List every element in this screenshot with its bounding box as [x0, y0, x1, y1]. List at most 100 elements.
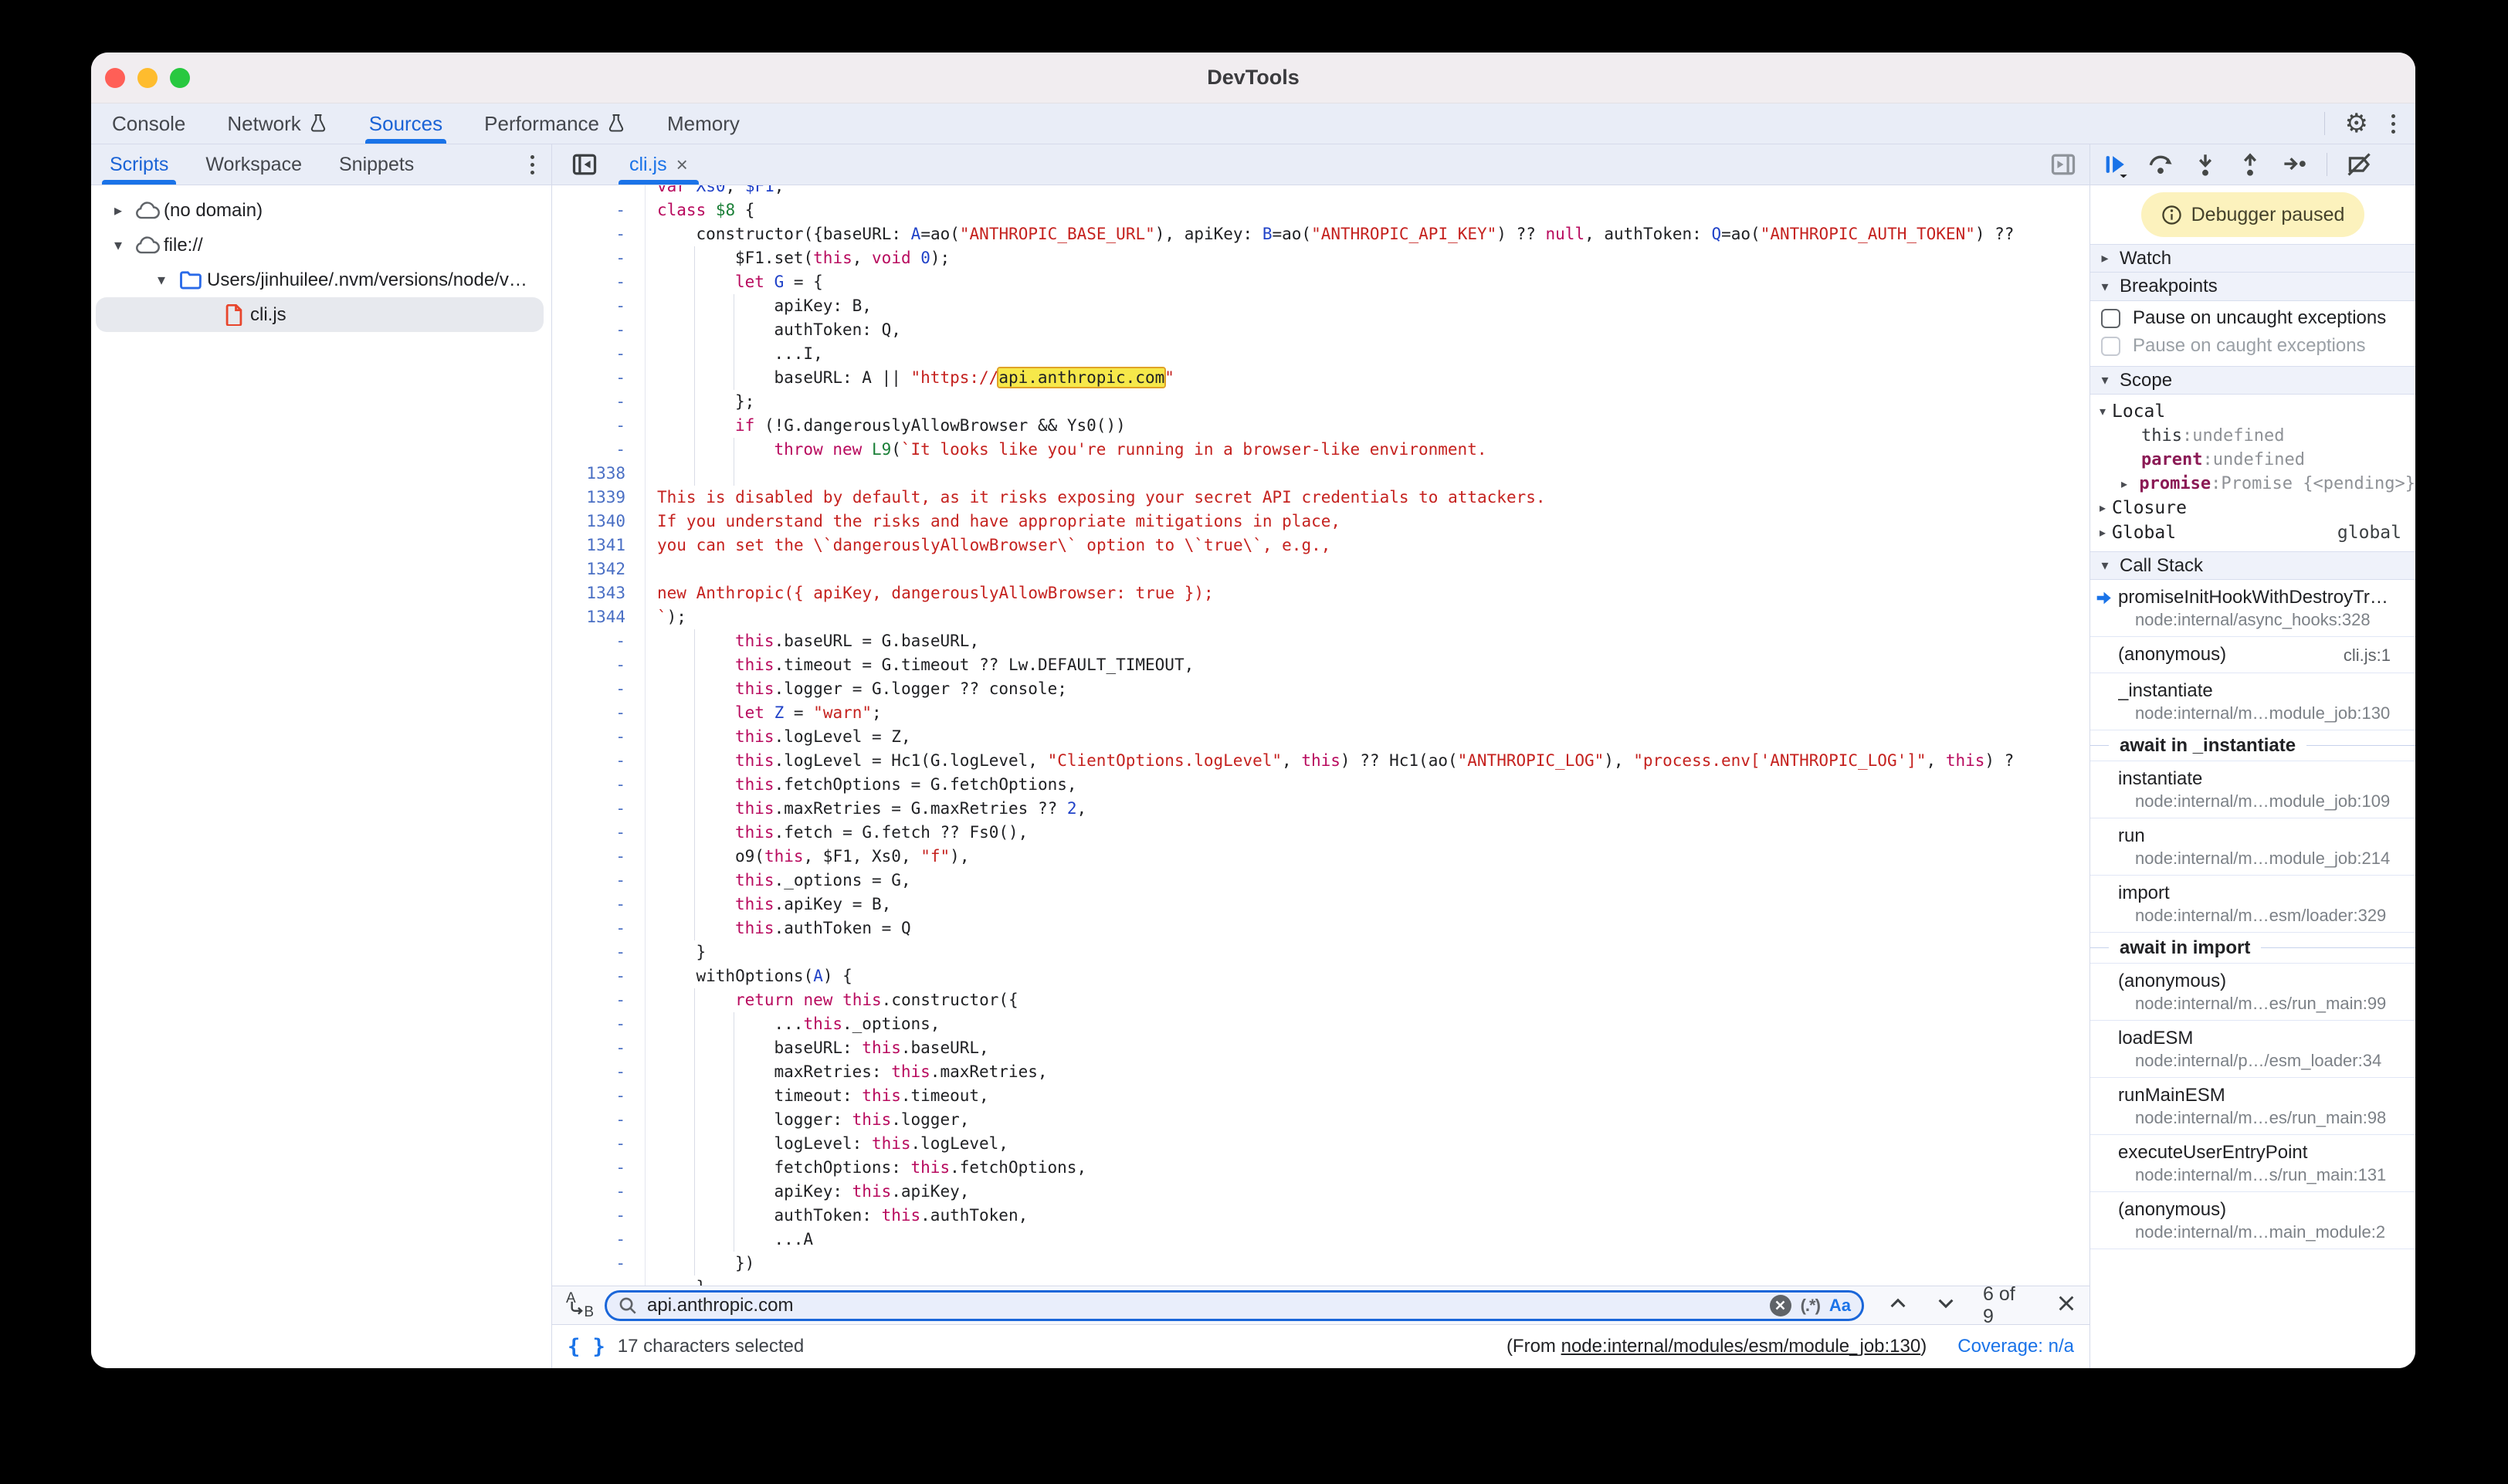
scope-entry[interactable]: ▸promise: Promise {<pending>}	[2090, 472, 2415, 496]
call-stack-frame[interactable]: runMainESMnode:internal/m…es/run_main:98	[2090, 1078, 2415, 1135]
call-stack-frame[interactable]: (anonymous)node:internal/m…es/run_main:9…	[2090, 964, 2415, 1021]
tab-scripts[interactable]: Scripts	[91, 144, 187, 185]
gutter-line-marker[interactable]: -	[552, 1084, 646, 1108]
gutter-line-marker[interactable]: -	[552, 1060, 646, 1084]
gutter-line-marker[interactable]: -	[552, 1156, 646, 1180]
gutter-line-marker[interactable]: -	[552, 821, 646, 845]
checkbox[interactable]	[2101, 337, 2120, 356]
checkbox[interactable]	[2101, 309, 2120, 328]
close-icon[interactable]: ×	[676, 153, 688, 177]
gutter-line-marker[interactable]: -	[552, 773, 646, 797]
step-over-icon[interactable]	[2147, 151, 2174, 178]
deactivate-breakpoints-icon[interactable]	[2346, 151, 2374, 178]
call-stack-frame[interactable]: (anonymous)node:internal/m…main_module:2	[2090, 1192, 2415, 1249]
call-stack-frame[interactable]: promiseInitHookWithDestroyTr…node:intern…	[2090, 580, 2415, 637]
gutter-line-marker[interactable]: -	[552, 342, 646, 366]
section-watch[interactable]: ▸ Watch	[2090, 244, 2415, 273]
gutter-line-marker[interactable]: 1342	[552, 557, 646, 581]
gutter-line-marker[interactable]: -	[552, 270, 646, 294]
gutter-line-marker[interactable]: -	[552, 677, 646, 701]
gutter-line-marker[interactable]: 1340	[552, 510, 646, 534]
gutter-line-marker[interactable]: -	[552, 893, 646, 916]
scope-entry[interactable]: parent: undefined	[2090, 448, 2415, 472]
tree-item--no-domain-[interactable]: ▸(no domain)	[96, 193, 544, 228]
gutter-line-marker[interactable]: -	[552, 725, 646, 749]
gutter-line-marker[interactable]: -	[552, 701, 646, 725]
chevron-up-icon[interactable]	[1887, 1293, 1909, 1318]
call-stack-frame[interactable]: executeUserEntryPointnode:internal/m…s/r…	[2090, 1135, 2415, 1192]
resume-icon[interactable]	[2103, 151, 2129, 178]
gutter-line-marker[interactable]: -	[552, 1108, 646, 1132]
chevron-down-icon[interactable]	[1935, 1293, 1957, 1318]
gutter-line-marker[interactable]: -	[552, 845, 646, 869]
gutter-line-marker[interactable]: -	[552, 414, 646, 438]
call-stack-frame[interactable]: runnode:internal/m…module_job:214	[2090, 818, 2415, 876]
gutter-line-marker[interactable]: -	[552, 222, 646, 246]
scope-entry[interactable]: this: undefined	[2090, 424, 2415, 448]
gutter-line-marker[interactable]: -	[552, 797, 646, 821]
match-case-toggle[interactable]: Aa	[1829, 1296, 1851, 1316]
tab-network[interactable]: Network	[206, 103, 347, 144]
gutter-line-marker[interactable]: -	[552, 294, 646, 318]
tab-console[interactable]: Console	[91, 103, 206, 144]
gutter-line-marker[interactable]: -	[552, 438, 646, 462]
regex-toggle[interactable]: (.*)	[1801, 1296, 1820, 1316]
breakpoint-option[interactable]: Pause on caught exceptions	[2090, 332, 2415, 360]
scope-group-global[interactable]: ▸Globalglobal	[2090, 520, 2415, 545]
gutter-line-marker[interactable]: -	[552, 749, 646, 773]
gutter-line-marker[interactable]: -	[552, 1276, 646, 1286]
call-stack-frame[interactable]: loadESMnode:internal/p…/esm_loader:34	[2090, 1021, 2415, 1078]
gutter-line-marker[interactable]: 1341	[552, 534, 646, 557]
pretty-print-icon[interactable]: { }	[568, 1335, 605, 1359]
tree-item-file-[interactable]: ▾file://	[96, 228, 544, 263]
gutter-line-marker[interactable]: 1338	[552, 462, 646, 486]
gutter-line-marker[interactable]: 1339	[552, 486, 646, 510]
gutter-line-marker[interactable]: -	[552, 198, 646, 222]
section-call-stack[interactable]: ▾ Call Stack	[2090, 551, 2415, 580]
call-stack-frame[interactable]: instantiatenode:internal/m…module_job:10…	[2090, 761, 2415, 818]
gutter-line-marker[interactable]: -	[552, 629, 646, 653]
gutter-line-marker[interactable]: -	[552, 916, 646, 940]
tab-cli-js[interactable]: cli.js ×	[612, 144, 705, 185]
step-out-icon[interactable]	[2237, 151, 2263, 178]
tree-item-cli-js[interactable]: cli.js	[96, 297, 544, 332]
show-debugger-panel-icon[interactable]	[2049, 151, 2077, 178]
gutter-line-marker[interactable]: 1344	[552, 605, 646, 629]
tab-memory[interactable]: Memory	[646, 103, 761, 144]
gutter-line-marker[interactable]: -	[552, 1228, 646, 1252]
section-scope[interactable]: ▾ Scope	[2090, 366, 2415, 395]
hide-navigator-icon[interactable]	[571, 151, 598, 178]
scope-group-closure[interactable]: ▸Closure	[2090, 496, 2415, 520]
step-icon[interactable]	[2282, 151, 2308, 178]
coverage-link[interactable]: Coverage: n/a	[1957, 1336, 2074, 1357]
gear-icon[interactable]: ⚙	[2345, 110, 2368, 137]
tab-snippets[interactable]: Snippets	[320, 144, 432, 185]
tab-sources[interactable]: Sources	[348, 103, 463, 144]
gutter-line-marker[interactable]: -	[552, 940, 646, 964]
tab-workspace[interactable]: Workspace	[187, 144, 320, 185]
search-input[interactable]: api.anthropic.com (.*) Aa	[605, 1290, 1864, 1321]
step-into-icon[interactable]	[2192, 151, 2218, 178]
gutter-line-marker[interactable]: -	[552, 964, 646, 988]
tree-item-users-jinhuilee-nvm-versions-node-v2-[interactable]: ▾Users/jinhuilee/.nvm/versions/node/v2…	[96, 263, 544, 297]
replace-ab-icon[interactable]: A B	[564, 1290, 595, 1321]
gutter-line-marker[interactable]: 1343	[552, 581, 646, 605]
gutter-line-marker[interactable]: -	[552, 869, 646, 893]
code-editor[interactable]: var Xs0, $F1;-class $8 {-constructor({ba…	[552, 185, 2089, 1286]
gutter-line-marker[interactable]: -	[552, 1180, 646, 1204]
call-stack-frame[interactable]: (anonymous)cli.js:1	[2090, 637, 2415, 673]
gutter-line-marker[interactable]: -	[552, 318, 646, 342]
gutter-line-marker[interactable]	[552, 185, 646, 198]
section-breakpoints[interactable]: ▾ Breakpoints	[2090, 273, 2415, 301]
gutter-line-marker[interactable]: -	[552, 366, 646, 390]
kebab-icon[interactable]	[2388, 111, 2398, 137]
call-stack-frame[interactable]: _instantiatenode:internal/m…module_job:1…	[2090, 673, 2415, 730]
kebab-icon[interactable]	[527, 152, 537, 178]
breakpoint-option[interactable]: Pause on uncaught exceptions	[2090, 304, 2415, 332]
gutter-line-marker[interactable]: -	[552, 1252, 646, 1276]
call-stack-frame[interactable]: importnode:internal/m…esm/loader:329	[2090, 876, 2415, 933]
tab-performance[interactable]: Performance	[463, 103, 646, 144]
gutter-line-marker[interactable]: -	[552, 1204, 646, 1228]
gutter-line-marker[interactable]: -	[552, 653, 646, 677]
gutter-line-marker[interactable]: -	[552, 988, 646, 1012]
